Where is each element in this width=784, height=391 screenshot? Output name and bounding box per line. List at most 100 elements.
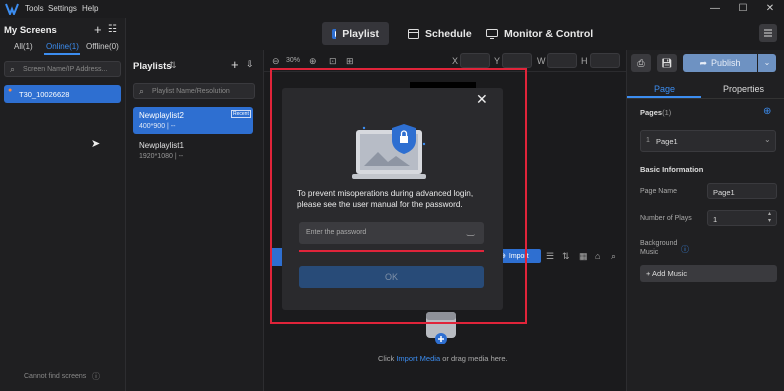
h-label: H	[581, 56, 588, 66]
pages-label: Pages	[640, 108, 663, 117]
tab-schedule-label: Schedule	[425, 27, 472, 40]
close-window-button[interactable]: ✕	[757, 0, 783, 18]
laptop-lock-illustration	[352, 122, 432, 182]
recent-badge: Recent	[231, 110, 251, 118]
zoom-in-icon[interactable]: ⊕	[309, 56, 317, 67]
crop-icon[interactable]: ⊞	[346, 56, 354, 67]
media-list-icon[interactable]: ☰	[546, 251, 554, 262]
w-input[interactable]	[547, 53, 577, 68]
page-item-name: Page1	[656, 137, 678, 146]
y-input[interactable]	[502, 53, 532, 68]
media-hint-prefix: Click	[378, 354, 397, 363]
add-music-label: + Add Music	[646, 269, 688, 278]
hide-password-icon[interactable]: ‿	[467, 226, 474, 237]
tab-page[interactable]: Page	[654, 84, 675, 94]
menu-tools[interactable]: Tools	[25, 4, 44, 13]
import-playlist-icon[interactable]: ⇩	[246, 59, 254, 70]
playlists-title: Playlists	[133, 61, 172, 72]
password-dialog: ✕ To prevent misoperations during advanc…	[282, 88, 503, 310]
pages-count: (1)	[662, 108, 672, 117]
pages-heading: Pages(1)	[640, 108, 671, 117]
tab-properties[interactable]: Properties	[723, 84, 764, 94]
help-icon[interactable]: ⓘ	[92, 371, 100, 382]
page-name-input[interactable]: Page1	[707, 183, 777, 199]
playlist-name: Newplaylist1	[139, 141, 184, 150]
publish-dropdown-icon[interactable]: ⌄	[758, 54, 776, 72]
close-icon[interactable]: ✕	[476, 91, 488, 108]
dialog-message: To prevent misoperations during advanced…	[297, 189, 474, 209]
tabs-divider	[627, 98, 784, 99]
tab-offline[interactable]: Offline(0)	[86, 42, 119, 51]
page-item[interactable]: 1 Page1 ⌄	[640, 130, 776, 152]
screen-search-input[interactable]: ⌕ Screen Name/IP Address...	[4, 61, 121, 77]
properties-panel: ⎙ 💾︎ ➦ Publish ⌄ Page Properties Pages(1)…	[626, 50, 784, 391]
w-label: W	[537, 56, 546, 66]
tab-monitor-control[interactable]: Monitor & Control	[476, 22, 603, 45]
playlist-icon	[332, 28, 337, 39]
menu-help[interactable]: Help	[82, 4, 98, 13]
tab-all[interactable]: All(1)	[14, 42, 33, 51]
stepper-arrows-icon[interactable]: ▴ ▾	[768, 211, 771, 225]
bg-music-label-2: Music	[640, 249, 659, 256]
ok-button[interactable]: OK	[299, 266, 484, 288]
media-grid-icon[interactable]: ▦	[579, 251, 588, 262]
publish-icon: ➦	[699, 57, 707, 68]
tab-monitor-label: Monitor & Control	[504, 27, 594, 40]
app-logo-icon	[5, 3, 19, 17]
screens-panel: My Screens + ☷ All(1) Online(1) Offline(…	[0, 18, 126, 391]
sort-icon[interactable]: ⇅	[169, 60, 177, 71]
tab-online[interactable]: Online(1)	[46, 42, 79, 51]
playlist-resolution: 400*900 | --	[139, 123, 176, 130]
monitor-icon	[486, 28, 498, 39]
screens-title: My Screens	[4, 25, 57, 36]
media-hint-suffix: or drag media here.	[440, 354, 508, 363]
layout-toggle-button[interactable]	[759, 24, 777, 42]
add-music-button[interactable]: + Add Music	[640, 265, 777, 282]
media-hint: Click Import Media or drag media here.	[378, 354, 508, 363]
y-label: Y	[494, 56, 501, 66]
plays-stepper[interactable]: 1 ▴ ▾	[707, 210, 777, 226]
calendar-icon	[408, 29, 419, 39]
tab-playlist[interactable]: Playlist	[322, 22, 389, 45]
list-icon	[764, 29, 772, 37]
playlist-item[interactable]: Newplaylist2 400*900 | -- Recent	[133, 107, 253, 134]
screen-search-placeholder: Screen Name/IP Address...	[23, 66, 108, 73]
publish-label: Publish	[711, 58, 741, 68]
add-screen-icon[interactable]: +	[94, 22, 102, 37]
zoom-out-icon[interactable]: ⊖	[272, 56, 280, 67]
playlist-item[interactable]: Newplaylist1 1920*1080 | --	[133, 138, 253, 165]
password-input[interactable]: Enter the password ‿	[299, 222, 484, 244]
x-input[interactable]	[460, 53, 490, 68]
publish-button[interactable]: ➦ Publish	[683, 54, 757, 72]
media-search-icon[interactable]: ⌕	[611, 251, 616, 262]
playlist-search-placeholder: Playlist Name/Resolution	[152, 88, 230, 95]
preview-button[interactable]: ⎙	[631, 54, 651, 72]
screen-settings-icon[interactable]: ☷	[108, 24, 117, 35]
chevron-down-icon[interactable]: ⌄	[764, 135, 771, 144]
h-input[interactable]	[590, 53, 620, 68]
info-icon: ⓘ	[681, 245, 689, 254]
screen-list-item[interactable]: ● T30_10026628	[4, 85, 121, 103]
add-playlist-icon[interactable]: +	[231, 57, 239, 72]
add-page-icon[interactable]: ⊕	[763, 106, 771, 117]
import-media-link[interactable]: Import Media	[396, 354, 440, 363]
maximize-button[interactable]: ☐	[730, 0, 756, 18]
password-placeholder: Enter the password	[306, 229, 367, 236]
playlists-panel: Playlists ⇅ + ⇩ ⌕ Playlist Name/Resoluti…	[126, 50, 264, 391]
media-store-icon[interactable]: ⌂	[595, 251, 600, 261]
zoom-level: 30%	[286, 57, 301, 64]
media-sort-icon[interactable]: ⇅	[562, 251, 570, 262]
tab-online-underline	[44, 53, 80, 55]
playlist-search-input[interactable]: ⌕ Playlist Name/Resolution	[133, 83, 255, 99]
playlist-name: Newplaylist2	[139, 111, 184, 120]
menu-settings[interactable]: Settings	[48, 4, 77, 13]
search-icon: ⌕	[10, 64, 16, 74]
fit-icon[interactable]: ⊡	[329, 56, 337, 67]
basic-info-heading: Basic Information	[640, 165, 704, 174]
cannot-find-screens-link[interactable]: Cannot find screens	[24, 373, 86, 380]
playlist-resolution: 1920*1080 | --	[139, 153, 184, 160]
save-button[interactable]: 💾︎	[657, 54, 677, 72]
tab-schedule[interactable]: Schedule	[398, 22, 482, 45]
tab-playlist-label: Playlist	[342, 27, 379, 40]
minimize-button[interactable]: —	[702, 0, 728, 18]
